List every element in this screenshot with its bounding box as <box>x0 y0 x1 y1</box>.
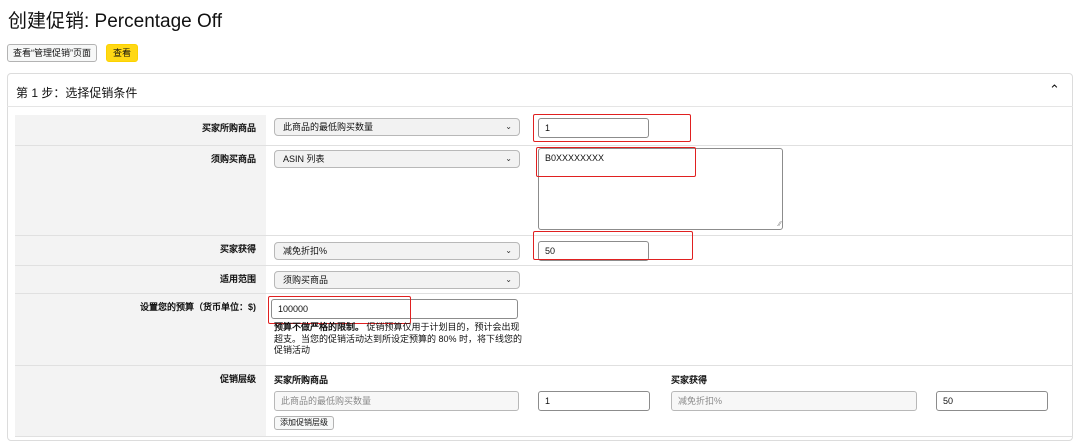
label-cell-buyer-gets: 买家获得 <box>15 236 266 265</box>
applies-to-select[interactable]: 须购买商品 ⌄ <box>274 271 520 289</box>
buyer-purchases-select[interactable]: 此商品的最低购买数量 ⌄ <box>274 118 520 136</box>
purchased-items-select[interactable]: ASIN 列表 ⌄ <box>274 150 520 168</box>
budget-note: 预算不做严格的限制。 促销预算仅用于计划目的，预计会出现超支。当您的促销活动达到… <box>274 322 524 357</box>
highlight-box <box>533 231 693 260</box>
applies-to-select-value: 须购买商品 <box>283 275 329 285</box>
chevron-down-icon: ⌄ <box>505 122 512 131</box>
page-title: 创建促销: Percentage Off <box>8 11 223 32</box>
resize-handle-icon[interactable]: ∕∕ <box>779 221 781 228</box>
row-label-budget: 设置您的预算（货币单位：$) <box>139 302 256 312</box>
row-label-buyer-gets: 买家获得 <box>219 244 256 254</box>
chevron-down-icon: ⌄ <box>505 275 512 284</box>
chevron-up-icon[interactable]: ⌃ <box>1049 82 1060 98</box>
view-manage-promotions-button[interactable]: 查看“管理促销”页面 <box>7 44 97 62</box>
divider <box>7 106 1073 107</box>
tier-purchase-type-field: 此商品的最低购买数量 <box>274 391 519 411</box>
label-cell-tiers: 促销层级 <box>15 366 266 436</box>
row-label-applies-to: 适用范围 <box>219 274 256 284</box>
chevron-down-icon: ⌄ <box>505 154 512 163</box>
highlight-box <box>533 114 691 142</box>
label-cell-buyer-purchases: 买家所购商品 <box>15 115 266 145</box>
row-label-buyer-purchases: 买家所购商品 <box>201 123 256 133</box>
add-tier-button[interactable]: 添加促销层级 <box>274 416 334 430</box>
step-title: 第 1 步：选择促销条件 <box>16 86 138 100</box>
row-label-tiers: 促销层级 <box>219 374 256 384</box>
buyer-purchases-select-value: 此商品的最低购买数量 <box>283 122 374 132</box>
chevron-down-icon: ⌄ <box>505 246 512 255</box>
highlight-box <box>268 296 411 324</box>
tier-col-buyer-purchases: 买家所购商品 <box>274 375 329 385</box>
budget-note-bold: 预算不做严格的限制。 <box>274 322 365 332</box>
label-cell-applies-to: 适用范围 <box>15 266 266 293</box>
row-divider <box>15 436 1073 437</box>
buyer-gets-select[interactable]: 减免折扣% ⌄ <box>274 242 520 260</box>
tier-purchase-qty-input[interactable]: 1 <box>538 391 650 411</box>
view-button[interactable]: 查看 <box>106 44 139 62</box>
label-cell-budget: 设置您的预算（货币单位：$) <box>15 294 266 365</box>
tier-col-buyer-gets: 买家获得 <box>671 375 708 385</box>
row-label-purchased-items: 须购买商品 <box>210 154 256 164</box>
tier-gets-value-input[interactable]: 50 <box>936 391 1048 411</box>
highlight-box <box>536 147 696 177</box>
buyer-gets-select-value: 减免折扣% <box>283 246 328 256</box>
label-cell-purchased-items: 须购买商品 <box>15 146 266 235</box>
tier-gets-type-field: 减免折扣% <box>671 391 917 411</box>
purchased-items-select-value: ASIN 列表 <box>283 154 325 164</box>
